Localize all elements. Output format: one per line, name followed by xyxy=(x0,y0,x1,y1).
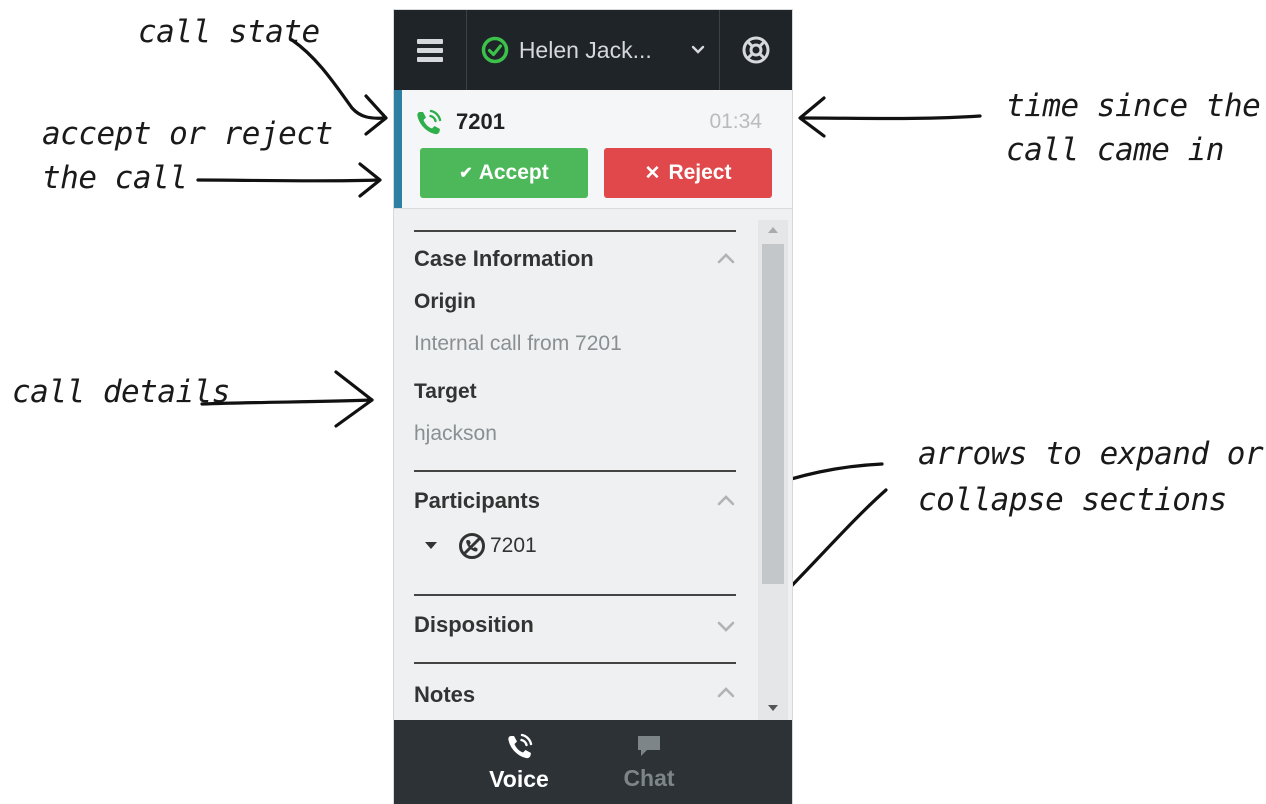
chat-bubble-icon xyxy=(638,735,660,756)
call-accent-bar xyxy=(394,90,402,208)
target-label: Target xyxy=(414,380,477,403)
scrollbar[interactable] xyxy=(758,220,788,722)
section-title-case-information: Case Information xyxy=(414,246,594,271)
bottom-nav: Voice Chat xyxy=(394,720,792,804)
scroll-down-arrow-icon[interactable] xyxy=(767,704,779,712)
section-notes: Notes xyxy=(414,662,736,720)
tab-chat-label: Chat xyxy=(623,764,675,791)
reject-label: Reject xyxy=(668,161,732,184)
call-state-arrow xyxy=(290,38,386,120)
participant-number: 7201 xyxy=(490,534,537,557)
accept-reject-arrow xyxy=(196,178,380,183)
origin-value: Internal call from 7201 xyxy=(414,332,622,355)
main-menu-button[interactable] xyxy=(394,10,467,90)
section-title-participants: Participants xyxy=(414,488,540,513)
call-details-panel: Case Information Origin Internal call fr… xyxy=(394,208,756,720)
participant-item: 7201 xyxy=(424,532,537,560)
annotation-call-state: call state xyxy=(138,14,320,50)
agent-status-dropdown[interactable]: Helen Jack... xyxy=(467,10,721,90)
phone-blocked-icon xyxy=(459,533,485,559)
annotation-arrows-line1: arrows to expand or xyxy=(918,436,1264,472)
annotation-time-since-line2: call came in xyxy=(1006,132,1224,168)
section-participants: Participants xyxy=(414,470,736,592)
voice-phone-icon xyxy=(508,733,533,758)
chevron-down-icon xyxy=(691,45,705,54)
tab-chat[interactable]: Chat xyxy=(584,720,714,804)
ringing-phone-icon xyxy=(417,109,442,135)
check-icon: ✔ xyxy=(459,165,473,182)
reject-button[interactable]: ✕ Reject xyxy=(604,148,772,198)
lifebuoy-icon xyxy=(742,36,770,64)
annotation-arrows-line2: collapse sections xyxy=(918,482,1227,518)
chevron-up-icon[interactable] xyxy=(716,252,736,264)
call-timer: 01:34 xyxy=(709,110,762,133)
accept-button[interactable]: ✔ Accept xyxy=(420,148,588,198)
close-icon: ✕ xyxy=(644,162,661,184)
tab-voice[interactable]: Voice xyxy=(454,720,584,804)
scroll-up-arrow-icon[interactable] xyxy=(767,226,779,234)
caret-down-icon[interactable] xyxy=(424,541,438,551)
section-disposition[interactable]: Disposition xyxy=(414,594,736,664)
annotation-accept-reject-line1: accept or reject xyxy=(42,116,333,152)
chevron-up-icon[interactable] xyxy=(716,494,736,506)
chevron-down-icon[interactable] xyxy=(716,620,736,632)
scrollbar-thumb[interactable] xyxy=(762,244,784,584)
target-value: hjackson xyxy=(414,422,497,445)
incoming-call-card: 7201 01:34 ✔ Accept ✕ Reject xyxy=(394,90,792,209)
section-title-disposition: Disposition xyxy=(414,612,534,637)
annotation-time-since-line1: time since the xyxy=(1006,88,1261,124)
annotation-call-details: call details xyxy=(12,374,230,410)
top-bar: Helen Jack... xyxy=(394,10,792,90)
chevron-up-icon[interactable] xyxy=(716,686,736,698)
section-title-notes: Notes xyxy=(414,682,476,707)
tab-voice-label: Voice xyxy=(489,765,549,792)
accept-label: Accept xyxy=(478,161,549,184)
origin-label: Origin xyxy=(414,290,476,313)
hamburger-menu-icon xyxy=(416,39,443,62)
annotation-accept-reject-line2: the call xyxy=(42,160,188,196)
agent-name: Helen Jack... xyxy=(518,36,652,63)
ready-check-icon xyxy=(481,36,509,64)
support-button[interactable] xyxy=(720,10,792,90)
workspace-agent-widget: Helen Jack... 7201 01:34 ✔ Accept ✕ Reje… xyxy=(394,10,792,804)
time-since-arrow xyxy=(800,114,982,121)
caller-number: 7201 xyxy=(456,109,505,134)
